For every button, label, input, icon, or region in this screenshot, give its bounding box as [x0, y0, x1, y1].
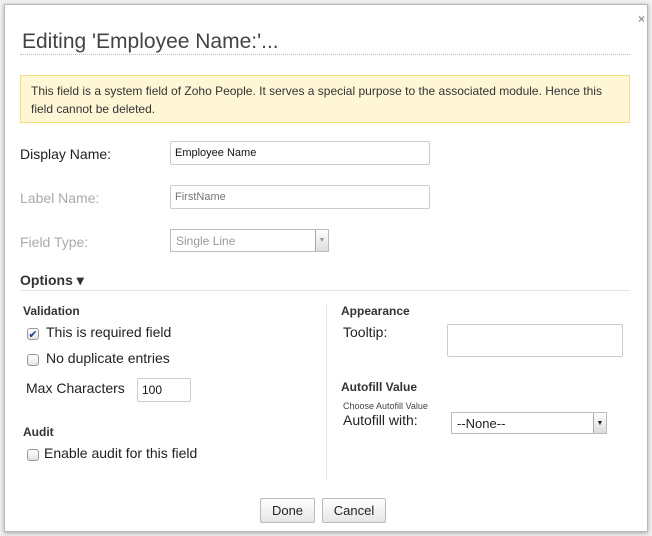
- max-characters-input[interactable]: [137, 378, 191, 402]
- options-label: Options: [20, 272, 73, 288]
- dialog-title: Editing 'Employee Name:'...: [22, 30, 279, 53]
- no-duplicate-checkbox[interactable]: [27, 354, 39, 366]
- display-name-label: Display Name:: [20, 146, 112, 162]
- tooltip-input[interactable]: [447, 324, 623, 357]
- required-checkbox[interactable]: ✔: [27, 328, 39, 341]
- field-type-label: Field Type:: [20, 234, 89, 250]
- title-divider: [20, 54, 630, 55]
- required-label: This is required field: [46, 324, 172, 340]
- audit-heading: Audit: [23, 425, 54, 439]
- cancel-button[interactable]: Cancel: [322, 498, 386, 523]
- autofill-value: --None--: [457, 415, 506, 431]
- options-toggle[interactable]: Options ▾: [20, 272, 84, 289]
- dropdown-arrow-icon: ▼: [593, 413, 606, 433]
- done-button[interactable]: Done: [260, 498, 315, 523]
- options-divider: [20, 290, 630, 291]
- dropdown-arrow-icon: ▼: [315, 230, 328, 251]
- max-characters-label: Max Characters: [26, 380, 125, 396]
- display-name-input[interactable]: [170, 141, 430, 165]
- system-field-notice: This field is a system field of Zoho Peo…: [20, 75, 630, 123]
- no-duplicate-label: No duplicate entries: [46, 350, 170, 366]
- field-type-select: Single Line ▼: [170, 229, 329, 252]
- close-icon[interactable]: ×: [638, 12, 645, 26]
- enable-audit-checkbox[interactable]: [27, 449, 39, 461]
- caret-down-icon: ▾: [76, 272, 84, 288]
- tooltip-label: Tooltip:: [343, 324, 388, 340]
- appearance-heading: Appearance: [341, 304, 410, 318]
- autofill-select[interactable]: --None-- ▼: [451, 412, 607, 434]
- validation-heading: Validation: [23, 304, 80, 318]
- autofill-heading: Autofill Value: [341, 380, 418, 394]
- field-type-value: Single Line: [176, 233, 236, 248]
- enable-audit-label: Enable audit for this field: [44, 445, 198, 461]
- autofill-with-label: Autofill with:: [343, 412, 418, 428]
- label-name-label: Label Name:: [20, 190, 100, 206]
- label-name-input: [170, 185, 430, 209]
- column-divider: [326, 305, 327, 480]
- autofill-hint: Choose Autofill Value: [343, 401, 428, 411]
